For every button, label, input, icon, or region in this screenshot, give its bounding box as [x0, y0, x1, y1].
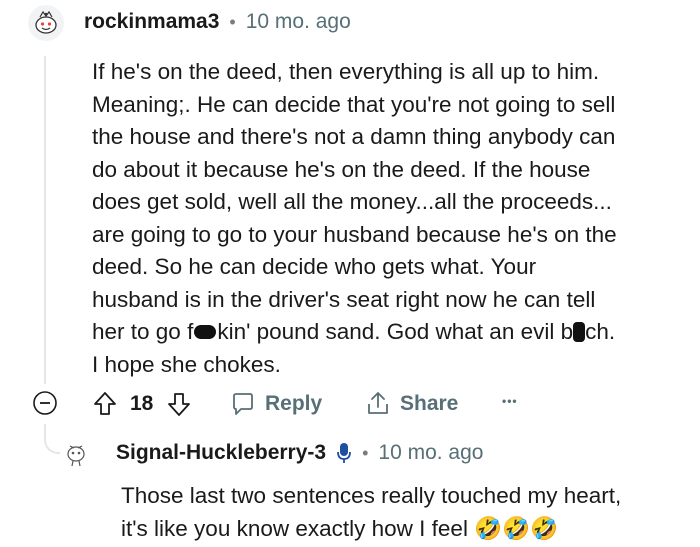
reply-label: Reply — [265, 392, 323, 415]
avatar[interactable] — [60, 437, 92, 469]
text-segment: ch. — [585, 319, 616, 344]
comment-body: If he's on the deed, then everything is … — [92, 56, 672, 381]
thread-line — [44, 56, 46, 384]
text-segment: kin' pound sand. God what an evil b — [217, 319, 574, 344]
share-label: Share — [400, 392, 459, 415]
avatar[interactable] — [28, 5, 64, 41]
share-icon — [368, 392, 388, 414]
comment-line: husband is in the driver's seat right no… — [92, 286, 596, 312]
share-button[interactable]: Share — [364, 390, 458, 418]
collapse-button[interactable] — [32, 390, 58, 416]
redaction-mark — [194, 324, 217, 339]
reply-line: it's like you know exactly how I feel 🤣🤣… — [121, 513, 681, 546]
comment-bubble-icon — [233, 393, 253, 415]
comment-line: does get sold, well all the money...all … — [92, 189, 612, 214]
comment-line: the house and there's not a damn thing a… — [92, 124, 616, 149]
upvote-arrow-icon — [94, 392, 116, 415]
laughing-emoji-icon: 🤣 — [530, 515, 559, 541]
comment-line: her to go f kin' pound sand. God what an … — [92, 316, 672, 349]
timestamp[interactable]: 10 mo. ago — [246, 10, 351, 34]
comment-line: deed. So he can decide who gets what. Yo… — [92, 254, 537, 279]
reply-button[interactable]: Reply — [229, 390, 322, 418]
action-bar: 18 Reply Share ••• — [0, 382, 700, 426]
snoo-avatar-icon — [35, 10, 57, 34]
comment-line: I hope she chokes. — [92, 351, 281, 377]
laughing-emoji-icon: 🤣 — [502, 515, 531, 541]
comment-line: If he's on the deed, then everything is … — [92, 59, 600, 84]
snoo-avatar-icon — [67, 445, 85, 467]
upvote-button[interactable] — [92, 390, 118, 418]
separator-dot: • — [362, 442, 369, 463]
more-options-button[interactable]: ••• — [502, 394, 518, 408]
separator-dot: • — [229, 11, 236, 32]
microphone-icon — [337, 443, 351, 463]
comment-line: do about it because he's on the deed. If… — [92, 156, 591, 182]
downvote-arrow-icon — [168, 393, 190, 416]
downvote-button[interactable] — [166, 390, 192, 418]
redaction-mark — [573, 321, 586, 342]
username[interactable]: Signal-Huckleberry-3 — [116, 441, 326, 465]
comment-line: are going to go to your husband because … — [92, 221, 617, 247]
vote-count: 18 — [130, 392, 154, 415]
laughing-emoji-icon: 🤣 — [474, 515, 503, 541]
text-segment: it's like you know exactly how I feel — [121, 515, 468, 541]
timestamp[interactable]: 10 mo. ago — [378, 441, 483, 465]
reply-body: Those last two sentences really touched … — [121, 480, 681, 545]
collapse-minus-icon — [33, 391, 57, 415]
reply-line: Those last two sentences really touched … — [121, 483, 622, 508]
username[interactable]: rockinmama3 — [84, 10, 219, 34]
text-segment: her to go f — [92, 319, 194, 344]
comment-line: Meaning;. He can decide that you're not … — [92, 91, 616, 117]
